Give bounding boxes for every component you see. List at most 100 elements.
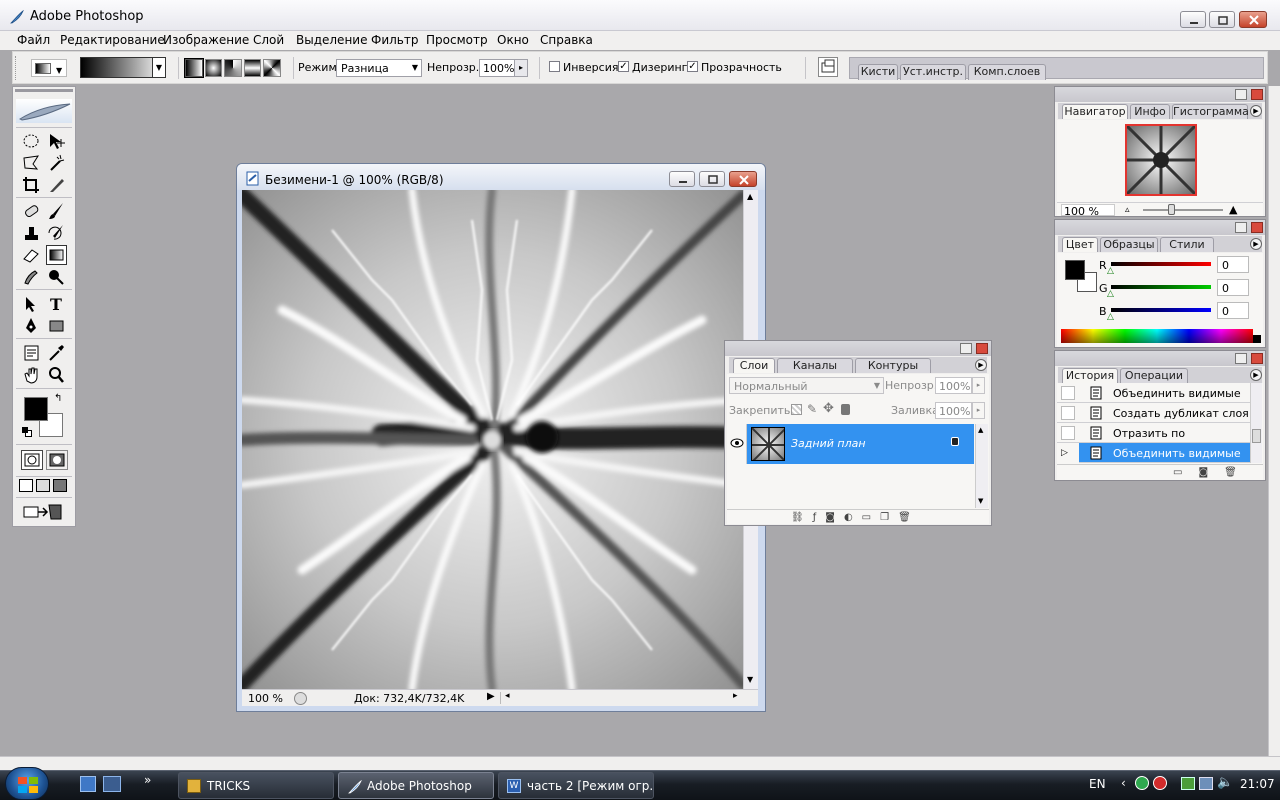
tab-swatches[interactable]: Образцы [1100, 237, 1158, 252]
move-tool[interactable] [46, 131, 67, 151]
tab-actions[interactable]: Операции [1120, 368, 1188, 383]
opacity-slider-button[interactable]: ▸ [514, 59, 528, 77]
menu-filter[interactable]: Фильтр [371, 33, 418, 47]
channel-r-slider[interactable] [1111, 262, 1211, 266]
layers-scrollbar[interactable]: ▲ ▼ [975, 424, 988, 508]
add-mask-icon[interactable]: ◙ [825, 512, 835, 523]
panel-menu-icon[interactable]: ▶ [1250, 369, 1262, 381]
channel-r-input[interactable]: 0 [1217, 256, 1249, 273]
quicklaunch-more-icon[interactable]: » [144, 773, 151, 787]
lock-pixels-icon[interactable]: ✎ [807, 402, 817, 416]
path-selection-tool[interactable] [21, 294, 42, 314]
dither-checkbox[interactable]: ✓ [618, 61, 629, 72]
type-tool[interactable]: T [46, 294, 67, 314]
scroll-up-icon[interactable]: ▲ [978, 426, 983, 434]
tab-channels[interactable]: Каналы [777, 358, 853, 373]
clock[interactable]: 21:07 [1240, 777, 1275, 791]
linear-gradient-button[interactable] [184, 58, 204, 78]
well-tab-tool-presets[interactable]: Уст.инстр. [900, 64, 966, 80]
full-screen-mode-button[interactable] [53, 479, 67, 492]
menu-view[interactable]: Просмотр [426, 33, 488, 47]
tab-info[interactable]: Инфо [1130, 104, 1170, 119]
shape-tool[interactable] [46, 316, 67, 336]
scroll-left-icon[interactable]: ◂ [505, 691, 510, 701]
document-minimize-button[interactable] [669, 171, 695, 187]
lasso-tool[interactable] [21, 153, 42, 173]
scroll-up-icon[interactable]: ▲ [747, 192, 753, 201]
fill-slider-button[interactable]: ▸ [972, 402, 985, 419]
layers-panel-header[interactable] [725, 341, 991, 356]
swap-colors-icon[interactable]: ↰ [54, 393, 62, 404]
history-source-checkbox[interactable] [1061, 426, 1075, 440]
scroll-down-icon[interactable]: ▼ [747, 675, 753, 684]
layer-visibility-toggle[interactable] [727, 424, 747, 464]
history-item[interactable]: Объединить видимые [1057, 383, 1250, 403]
document-restore-button[interactable] [699, 171, 725, 187]
zoom-in-icon[interactable]: ▲ [1229, 203, 1237, 216]
invert-checkbox[interactable] [549, 61, 560, 72]
tab-history[interactable]: История [1062, 368, 1118, 383]
channel-b-slider[interactable] [1111, 308, 1211, 312]
tab-histogram[interactable]: Гистограмма [1172, 104, 1249, 119]
layer-name[interactable]: Задний план [791, 437, 866, 450]
navigator-zoom-input[interactable]: 100 % [1061, 204, 1115, 218]
navigator-preview[interactable] [1125, 124, 1197, 196]
standard-screen-mode-button[interactable] [19, 479, 33, 492]
language-indicator[interactable]: EN [1089, 777, 1106, 791]
panel-menu-icon[interactable]: ▶ [1250, 238, 1262, 250]
tray-app-icon[interactable] [1135, 776, 1149, 790]
tab-paths[interactable]: Контуры [855, 358, 931, 373]
file-browser-button[interactable] [818, 57, 838, 77]
delete-layer-icon[interactable]: 🗑 [898, 512, 911, 523]
new-document-from-state-icon[interactable]: ▭ [1173, 467, 1182, 478]
status-menu-arrow-icon[interactable]: ▶ [487, 691, 495, 702]
taskbar-item-photoshop[interactable]: Adobe Photoshop [338, 772, 494, 799]
notes-tool[interactable] [21, 343, 42, 363]
quick-mask-button[interactable] [46, 450, 68, 470]
blend-mode-select[interactable]: Нормальный ▼ [729, 377, 884, 394]
fill-input[interactable]: 100% [935, 402, 972, 419]
horizontal-scrollbar[interactable]: ◂ ▸ [500, 691, 742, 704]
history-scrollbar[interactable] [1250, 383, 1262, 463]
zoom-slider-thumb[interactable] [1168, 204, 1175, 215]
eyedropper-tool[interactable] [46, 343, 67, 363]
tool-preset-picker[interactable]: ▼ [31, 59, 67, 77]
new-group-icon[interactable]: ▭ [862, 512, 871, 523]
foreground-color-swatch[interactable] [1065, 260, 1085, 280]
document-close-button[interactable] [729, 171, 757, 187]
restore-button[interactable] [1209, 11, 1235, 28]
panel-close-button[interactable] [1251, 89, 1263, 100]
history-brush-tool[interactable] [46, 223, 67, 243]
history-scroll-thumb[interactable] [1252, 429, 1261, 443]
menu-layer[interactable]: Слой [253, 33, 284, 47]
history-item-selected[interactable]: ▷ Объединить видимые [1061, 443, 1250, 463]
radial-gradient-button[interactable] [204, 59, 223, 77]
blur-tool[interactable] [21, 267, 42, 287]
tab-navigator[interactable]: Навигатор [1062, 104, 1128, 119]
panel-minimize-button[interactable] [1235, 222, 1247, 233]
panel-menu-icon[interactable]: ▶ [1250, 105, 1262, 117]
angle-gradient-button[interactable] [224, 59, 242, 77]
menu-file[interactable]: Файл [17, 33, 50, 47]
new-layer-icon[interactable]: ❐ [880, 512, 889, 523]
zoom-level[interactable]: 100 % [248, 692, 283, 705]
standard-mode-button[interactable] [21, 450, 43, 470]
toolbox-grip[interactable] [15, 89, 73, 92]
network-icon[interactable] [1199, 777, 1213, 790]
layer-opacity-input[interactable]: 100% [935, 377, 972, 394]
panel-minimize-button[interactable] [1235, 89, 1247, 100]
history-source-checkbox[interactable] [1061, 386, 1075, 400]
color-ramp[interactable] [1061, 329, 1253, 343]
reflected-gradient-button[interactable] [243, 59, 262, 77]
jump-to-imageready-button[interactable] [21, 501, 69, 523]
channel-g-slider[interactable] [1111, 285, 1211, 289]
mode-select[interactable]: Разница ▼ [336, 59, 422, 77]
zoom-out-icon[interactable]: ▵ [1125, 205, 1130, 215]
panel-menu-icon[interactable]: ▶ [975, 359, 987, 371]
channel-g-input[interactable]: 0 [1217, 279, 1249, 296]
history-item[interactable]: Создать дубликат слоя [1057, 403, 1250, 423]
close-button[interactable] [1239, 11, 1267, 28]
delete-state-icon[interactable]: 🗑 [1224, 467, 1237, 478]
panel-close-button[interactable] [1251, 353, 1263, 364]
channel-g-thumb[interactable]: △ [1107, 289, 1114, 299]
